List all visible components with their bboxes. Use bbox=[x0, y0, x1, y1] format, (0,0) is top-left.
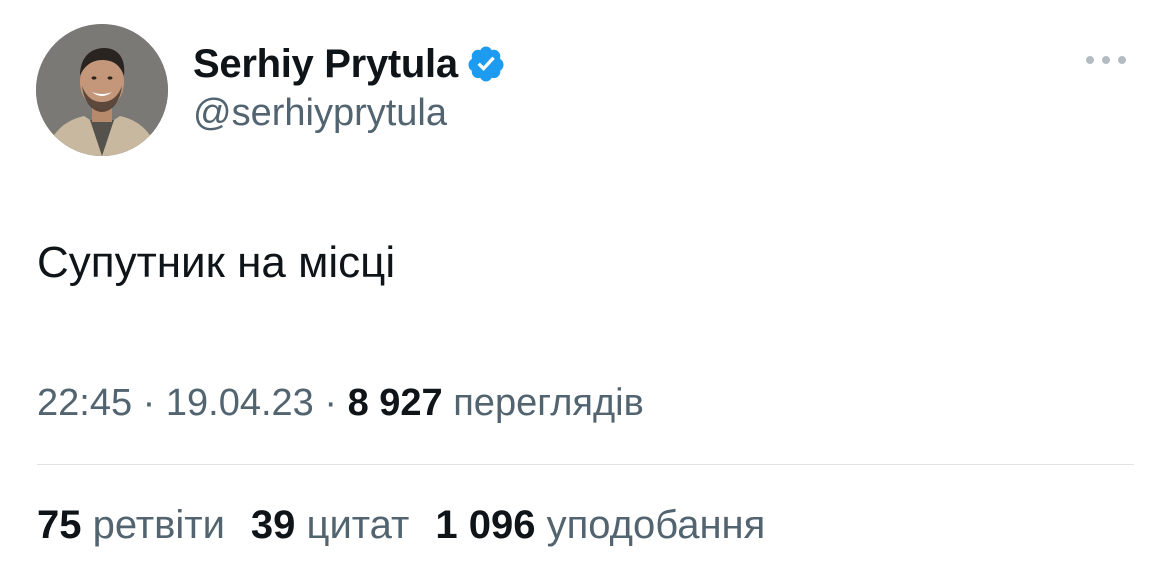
quotes-count: 39 bbox=[250, 503, 296, 547]
avatar[interactable] bbox=[36, 24, 168, 156]
meta-separator: · bbox=[313, 382, 348, 424]
views-count: 8 927 bbox=[347, 382, 443, 424]
tweet-text: Супутник на місці bbox=[37, 238, 396, 287]
retweets-label: ретвіти bbox=[92, 503, 225, 547]
display-name[interactable]: Serhiy Prytula bbox=[193, 42, 458, 87]
quotes-stat[interactable]: 39 цитат bbox=[251, 503, 409, 548]
meta-separator: · bbox=[132, 382, 166, 424]
handle[interactable]: @serhiyprytula bbox=[193, 92, 506, 135]
tweet-date[interactable]: 19.04.23 bbox=[166, 382, 314, 424]
retweets-stat[interactable]: 75 ретвіти bbox=[37, 503, 225, 548]
more-dots-icon[interactable] bbox=[1084, 50, 1128, 70]
verified-badge-icon bbox=[468, 46, 504, 82]
avatar-photo bbox=[36, 24, 168, 156]
views-label: переглядів bbox=[453, 382, 644, 424]
engagement-stats: 75 ретвіти 39 цитат 1 096 уподобання bbox=[37, 503, 791, 548]
tweet-card: Serhiy Prytula @serhiyprytula Супутник н… bbox=[0, 0, 1170, 581]
divider bbox=[37, 464, 1134, 465]
name-row: Serhiy Prytula bbox=[193, 38, 506, 90]
retweets-count: 75 bbox=[37, 503, 82, 547]
tweet-meta: 22:45 · 19.04.23 · 8 927 переглядів bbox=[37, 382, 644, 425]
likes-label: уподобання bbox=[546, 503, 766, 547]
likes-stat[interactable]: 1 096 уподобання bbox=[435, 503, 765, 548]
tweet-time[interactable]: 22:45 bbox=[37, 382, 132, 424]
author-block: Serhiy Prytula @serhiyprytula bbox=[193, 38, 506, 135]
likes-count: 1 096 bbox=[435, 503, 536, 547]
quotes-label: цитат bbox=[306, 503, 410, 547]
